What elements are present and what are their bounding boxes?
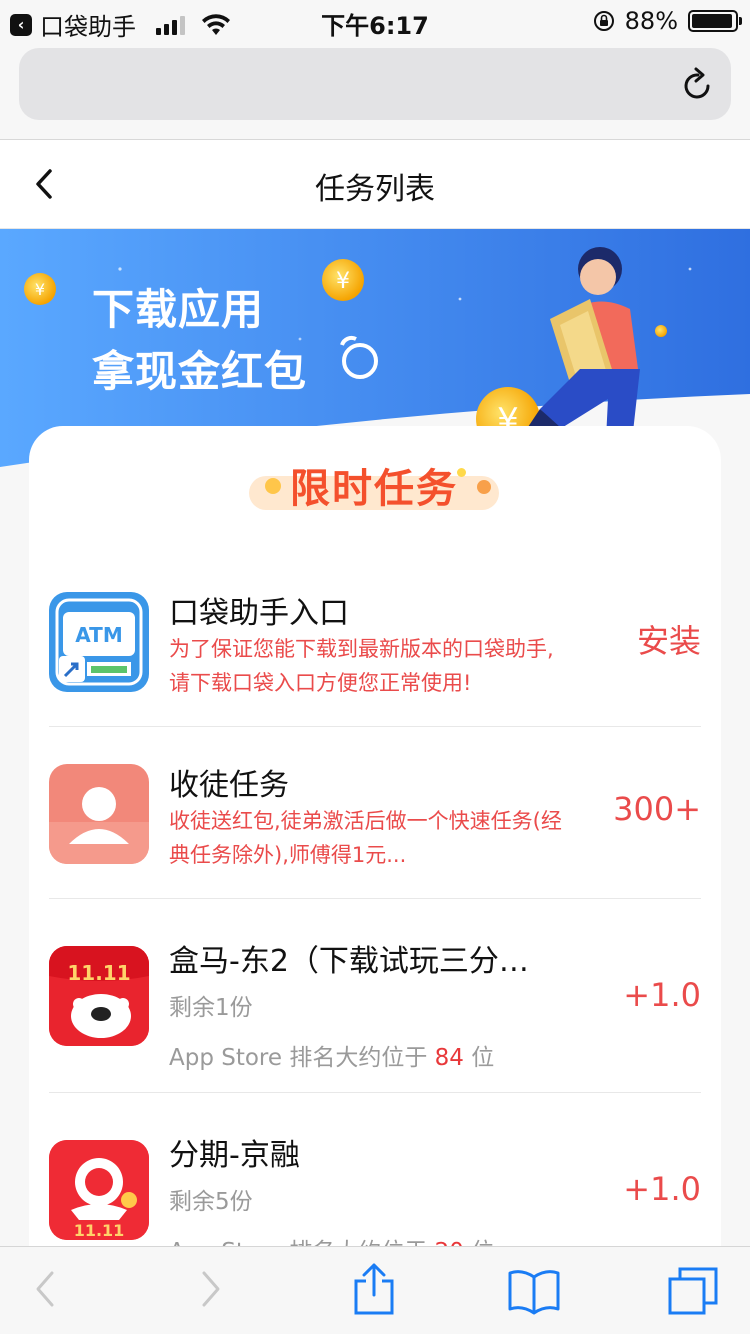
divider <box>49 1092 701 1093</box>
banner-line-1: 下载应用 <box>92 285 265 334</box>
section-title: 限时任务 <box>290 466 458 512</box>
task-reward: +1.0 <box>623 976 701 1014</box>
task-remaining: 剩余1份 <box>169 995 253 1021</box>
divider <box>49 726 701 727</box>
browser-address-area <box>0 40 750 140</box>
svg-text:11.11: 11.11 <box>67 961 130 985</box>
atm-icon: ATM <box>49 592 149 692</box>
status-right: 88% <box>593 7 742 35</box>
jd-dog-icon: 11.11 <box>49 946 149 1046</box>
task-item[interactable]: 11.11 分期-京融 剩余5份 App Store 排名大约位于 20 位 +… <box>49 1138 701 1265</box>
task-title: 口袋助手入口 <box>169 596 349 631</box>
task-item[interactable]: 收徒任务 收徒送红包,徒弟激活后做一个快速任务(经典任务除外),师傅得1元...… <box>49 764 701 884</box>
rank-suffix: 位 <box>471 1045 495 1071</box>
bookmarks-icon[interactable] <box>506 1267 562 1315</box>
forward-arrow-icon[interactable] <box>196 1267 226 1311</box>
task-card: 限时任务 ATM 口袋助手入口 为了保证您能下载到最新版本的口袋助手,请下载口袋… <box>29 426 721 1326</box>
svg-text:¥: ¥ <box>336 269 350 294</box>
task-title: 盒马-东2（下载试玩三分… <box>169 944 529 979</box>
tabs-icon[interactable] <box>666 1265 720 1317</box>
task-title: 收徒任务 <box>169 768 289 803</box>
install-button[interactable]: 安装 <box>637 616 701 662</box>
rank-value: 84 <box>434 1045 464 1071</box>
rank-prefix: App Store 排名大约位于 <box>169 1045 428 1071</box>
back-arrow-icon[interactable] <box>30 1267 60 1311</box>
task-rank: App Store 排名大约位于 84 位 <box>169 1038 494 1072</box>
battery-percent: 88% <box>624 7 678 35</box>
banner-line-2: 拿现金红包 <box>92 347 308 396</box>
svg-text:ATM: ATM <box>75 623 122 647</box>
svg-text:11.11: 11.11 <box>74 1221 125 1240</box>
task-item[interactable]: ATM 口袋助手入口 为了保证您能下载到最新版本的口袋助手,请下载口袋入口方便您… <box>49 592 701 712</box>
task-description: 收徒送红包,徒弟激活后做一个快速任务(经典任务除外),师傅得1元... <box>169 809 562 867</box>
task-item[interactable]: 11.11 盒马-东2（下载试玩三分… 剩余1份 App Store 排名大约位… <box>49 944 701 1071</box>
task-reward: +1.0 <box>623 1170 701 1208</box>
person-icon <box>49 764 149 864</box>
banner-headline: 下载应用 拿现金红包 <box>92 279 307 403</box>
section-tag: 限时任务 <box>249 456 499 512</box>
page-navbar: 任务列表 <box>0 140 750 229</box>
jd-finance-icon: 11.11 <box>49 1140 149 1240</box>
share-icon[interactable] <box>352 1261 396 1317</box>
task-reward: 300+ <box>613 790 701 828</box>
divider <box>49 898 701 899</box>
battery-icon <box>688 10 742 32</box>
task-title: 分期-京融 <box>169 1138 300 1173</box>
orientation-lock-icon <box>593 11 614 31</box>
svg-text:¥: ¥ <box>35 280 45 299</box>
page-title: 任务列表 <box>315 172 435 207</box>
task-remaining: 剩余5份 <box>169 1189 253 1215</box>
task-description: 为了保证您能下载到最新版本的口袋助手,请下载口袋入口方便您正常使用! <box>169 637 554 695</box>
address-bar[interactable] <box>19 48 731 120</box>
reload-icon[interactable] <box>681 66 715 102</box>
browser-toolbar <box>0 1246 750 1334</box>
status-bar: ‹ 口袋助手 下午6:17 88% <box>0 0 750 41</box>
